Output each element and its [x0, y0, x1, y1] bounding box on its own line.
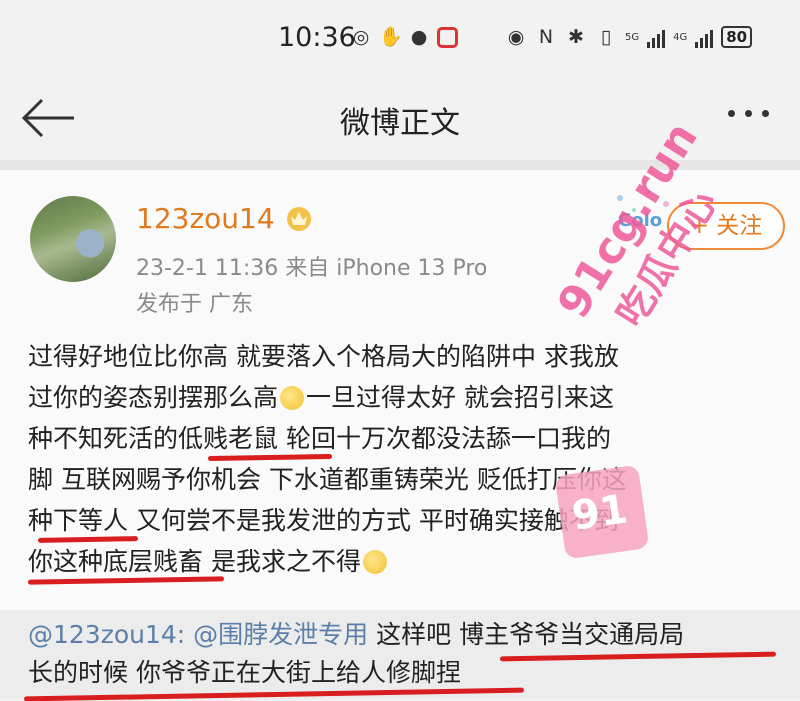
- message-icon: ●: [410, 26, 428, 48]
- hand-icon: ✋: [379, 26, 403, 48]
- status-bar: 10:36 ◎ ✋ ● ◉ N ✱ ▯ 5G 4G 80: [0, 0, 800, 78]
- post-text: 过得好地位比你高 就要落入个格局大的陷阱中 求我放: [28, 342, 619, 371]
- more-button[interactable]: [728, 110, 780, 126]
- network-5g-label: 5G: [625, 31, 640, 43]
- post-line-2: 过你的姿态别摆那么高 一旦过得太好 就会招引来这: [28, 377, 788, 418]
- reply-line-2: 长的时候 你爷爷正在大街上给人修脚捏: [28, 654, 461, 692]
- post-line-4: 脚 互联网赐予你机会 下水道都重铸荣光 贬低打压你这: [28, 459, 788, 500]
- nfc-icon: N: [538, 26, 554, 48]
- post-line-6: 你这种底层贱畜 是我求之不得: [27, 541, 788, 585]
- eye-icon: ◉: [507, 26, 525, 48]
- signal-icon-2: [695, 26, 714, 48]
- vip-crown-icon: [287, 207, 311, 231]
- red-underline-mark: [27, 576, 225, 585]
- reply-text: 这样吧 博主爷爷当交通局局: [368, 620, 685, 649]
- reply-text: 长的时候 你爷爷正在大街上给人修脚捏: [28, 658, 461, 687]
- grin-emoji-icon: [280, 386, 305, 410]
- post-text: 过你的姿态别摆那么高: [28, 383, 279, 412]
- system-icons: ◉ N ✱ ▯ 5G 4G 80: [505, 26, 753, 48]
- reply-mention[interactable]: @123zou14: @围脖发泄专用: [28, 620, 368, 649]
- post-text: 一旦过得太好 就会招引来这: [306, 383, 614, 412]
- post-timestamp-source: 23-2-1 11:36 来自 iPhone 13 Pro: [136, 256, 488, 281]
- post-text: 你这种底层贱畜 是我求之不得: [28, 547, 361, 576]
- post-line-3: 种不知死活的低贱老鼠 轮回十万次都没法舔一口我的: [28, 418, 788, 462]
- notification-icons: ◎ ✋ ●: [350, 26, 458, 48]
- bluetooth-icon: ✱: [568, 26, 584, 48]
- post-text: 种下等人 又何尝不是我发泄的方式 平时确实接触不到: [28, 506, 619, 535]
- reply-line-1: @123zou14: @围脖发泄专用 这样吧 博主爷爷当交通局局: [28, 616, 684, 654]
- dot-icon: [762, 110, 769, 117]
- repost-reply-box[interactable]: @123zou14: @围脖发泄专用 这样吧 博主爷爷当交通局局 长的时候 你爷…: [0, 610, 800, 701]
- signal-icon: [647, 26, 666, 48]
- dot-icon: [745, 110, 752, 117]
- status-time: 10:36: [278, 22, 356, 53]
- battery-icon: 80: [721, 26, 753, 48]
- grin-emoji-icon: [362, 550, 387, 574]
- post-text: 脚 互联网赐予你机会 下水道都重铸荣光 贬低打压你这: [28, 465, 627, 494]
- wechat-icon: ◎: [352, 26, 370, 48]
- post-body: 过得好地位比你高 就要落入个格局大的陷阱中 求我放 过你的姿态别摆那么高 一旦过得…: [27, 336, 788, 585]
- post-text: 种不知死活的低贱老鼠 轮回十万次都没法舔一口我的: [28, 424, 611, 453]
- username[interactable]: 123zou14: [136, 202, 275, 235]
- dot-icon: [728, 110, 735, 117]
- watermark-badge-text: 91: [569, 486, 631, 540]
- post-line-5: 种下等人 又何尝不是我发泄的方式 平时确实接触不到: [28, 500, 788, 543]
- vibrate-icon: ▯: [600, 26, 612, 48]
- network-4g-label: 4G: [673, 31, 688, 43]
- app-notification-icon: [437, 26, 458, 48]
- avatar[interactable]: [30, 196, 116, 282]
- post-location: 发布于 广东: [136, 292, 253, 317]
- post-line-1: 过得好地位比你高 就要落入个格局大的陷阱中 求我放: [28, 336, 788, 377]
